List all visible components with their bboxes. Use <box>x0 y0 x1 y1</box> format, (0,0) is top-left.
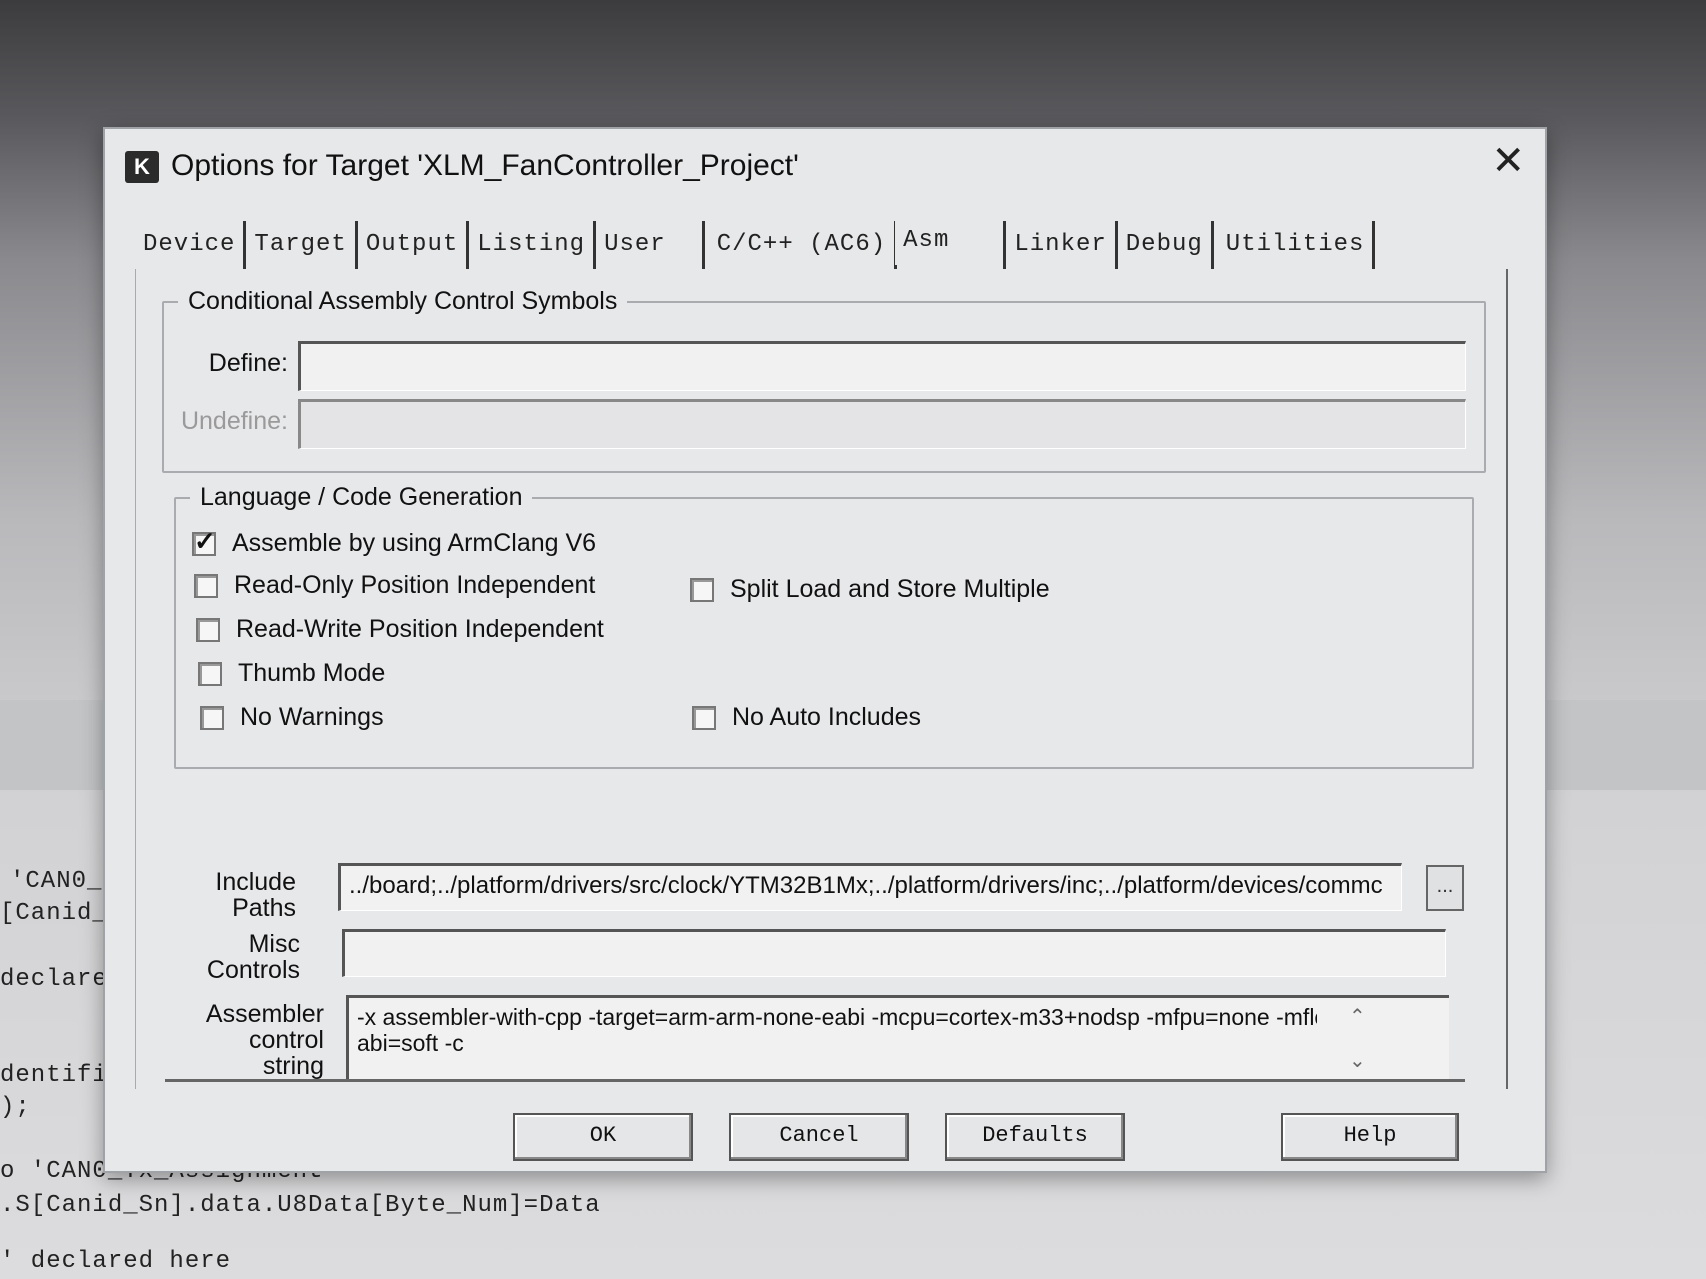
tab-output[interactable]: Output <box>358 221 470 269</box>
checkbox[interactable] <box>196 617 220 642</box>
tab-device[interactable]: Device <box>135 221 247 269</box>
rwpi-label: Read-Write Position Independent <box>236 615 604 643</box>
include-paths-label: Include Paths <box>176 869 296 921</box>
checkbox[interactable] <box>194 573 218 598</box>
include-label-line: Include <box>215 868 296 896</box>
misc-label-line: Misc <box>248 930 300 958</box>
tab-user[interactable]: User <box>596 221 705 269</box>
tab-bar: Device Target Output Listing User C/C++ … <box>135 221 1376 271</box>
misc-controls-input[interactable] <box>342 929 1446 977</box>
ropi-option[interactable]: Read-Only Position Independent <box>194 571 595 600</box>
tab-target[interactable]: Target <box>246 221 358 269</box>
no-auto-includes-label: No Auto Includes <box>732 703 922 731</box>
checkbox[interactable] <box>200 705 224 730</box>
assembler-label-line: Assembler <box>205 1000 324 1028</box>
include-paths-value: ../board;../platform/drivers/src/clock/Y… <box>349 872 1383 899</box>
no-warnings-label: No Warnings <box>240 703 384 731</box>
ropi-label: Read-Only Position Independent <box>234 571 596 599</box>
background-code-line: .S[Canid_Sn].data.U8Data[Byte_Num]=Data <box>0 1192 601 1219</box>
assembler-control-string[interactable]: -x assembler-with-cpp -target=arm-arm-no… <box>346 995 1449 1080</box>
group-title: Conditional Assembly Control Symbols <box>178 287 628 316</box>
no-warnings-option[interactable]: No Warnings <box>200 703 384 732</box>
rwpi-option[interactable]: Read-Write Position Independent <box>196 615 604 644</box>
asm-tab-panel: Conditional Assembly Control Symbols Def… <box>135 269 1508 1089</box>
background-code-line: ); <box>0 1094 31 1121</box>
language-codegen-group: Language / Code Generation Assemble by u… <box>174 483 1474 769</box>
no-auto-includes-option[interactable]: No Auto Includes <box>692 703 921 732</box>
define-label: Define: <box>208 349 288 377</box>
assemble-armclang-label: Assemble by using ArmClang V6 <box>232 529 597 557</box>
include-paths-input[interactable]: ../board;../platform/drivers/src/clock/Y… <box>338 863 1402 911</box>
thumb-mode-label: Thumb Mode <box>238 659 386 687</box>
background-code-line: ' declared here <box>0 1248 232 1275</box>
defaults-button[interactable]: Defaults <box>945 1113 1125 1161</box>
footer-separator <box>165 1079 1465 1082</box>
title-bar[interactable]: K Options for Target 'XLM_FanController_… <box>105 129 1545 199</box>
thumb-mode-option[interactable]: Thumb Mode <box>198 659 385 688</box>
control-label-line: control <box>248 1026 324 1054</box>
close-icon[interactable]: ✕ <box>1491 141 1525 181</box>
controls-label-line: Controls <box>206 956 300 984</box>
paths-label-line: Paths <box>232 894 296 922</box>
ok-button[interactable]: OK <box>513 1113 693 1161</box>
assembler-control-line-2: abi=soft -c <box>357 1030 464 1056</box>
tab-utilities[interactable]: Utilities <box>1214 221 1376 269</box>
misc-controls-label: Misc Controls <box>176 931 300 983</box>
undefine-input[interactable] <box>298 399 1466 449</box>
assembler-control-label: Assembler control string <box>176 1001 324 1079</box>
assemble-armclang-option[interactable]: Assemble by using ArmClang V6 <box>192 526 597 558</box>
checkbox[interactable] <box>690 577 714 602</box>
scroll-up-icon[interactable]: ⌃ <box>1349 1004 1366 1029</box>
keil-app-icon: K <box>125 151 159 183</box>
tab-linker[interactable]: Linker <box>1003 221 1118 269</box>
checkbox-checked[interactable] <box>192 526 216 557</box>
cancel-button[interactable]: Cancel <box>729 1113 909 1161</box>
tab-asm[interactable]: Asm <box>895 221 1004 265</box>
help-button[interactable]: Help <box>1281 1113 1459 1161</box>
conditional-symbols-group: Conditional Assembly Control Symbols Def… <box>162 287 1486 473</box>
scroll-down-icon[interactable]: ⌄ <box>1349 1048 1366 1073</box>
split-load-label: Split Load and Store Multiple <box>730 575 1050 603</box>
options-dialog: K Options for Target 'XLM_FanController_… <box>103 127 1547 1173</box>
group-title: Language / Code Generation <box>190 483 533 512</box>
tab-listing[interactable]: Listing <box>469 221 597 269</box>
string-label-line: string <box>262 1052 324 1080</box>
checkbox[interactable] <box>198 661 222 686</box>
dialog-title: Options for Target 'XLM_FanController_Pr… <box>171 149 799 182</box>
tab-cpp[interactable]: C/C++ (AC6) <box>705 221 898 269</box>
define-input[interactable] <box>298 341 1466 391</box>
undefine-label: Undefine: <box>180 407 288 435</box>
include-paths-browse-button[interactable]: ... <box>1426 865 1464 911</box>
checkbox[interactable] <box>692 705 716 730</box>
split-load-option[interactable]: Split Load and Store Multiple <box>690 575 1050 604</box>
assembler-control-line-1: -x assembler-with-cpp -target=arm-arm-no… <box>357 1004 1317 1030</box>
tab-debug[interactable]: Debug <box>1118 221 1214 269</box>
